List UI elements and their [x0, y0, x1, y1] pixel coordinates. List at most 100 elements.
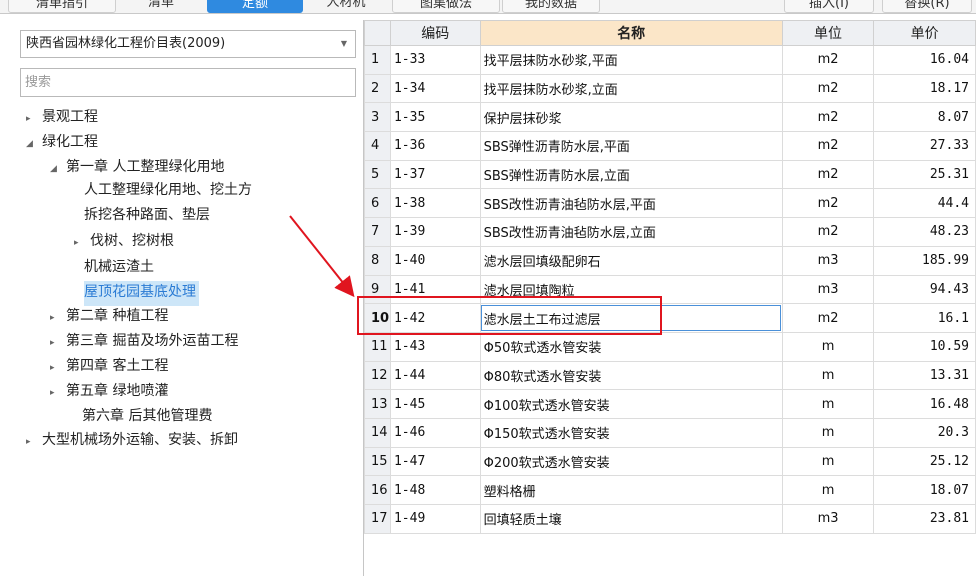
collapse-icon[interactable]: ◢: [50, 158, 66, 181]
expand-icon[interactable]: ▸: [50, 357, 66, 380]
tree-item[interactable]: ▸ 大型机械场外运输、安装、拆卸: [26, 429, 238, 454]
column-header-price[interactable]: 单价: [873, 20, 976, 46]
unit-cell[interactable]: m2: [781, 217, 875, 247]
quota-name-cell[interactable]: 滤水层回填陶粒: [479, 274, 783, 305]
unit-cell[interactable]: m2: [781, 102, 875, 133]
tree-item[interactable]: ▸ 第二章 种植工程: [50, 305, 168, 330]
unit-cell[interactable]: m: [781, 475, 875, 505]
table-row[interactable]: 3 1-35 保护层抹砂浆 m2 8.07: [364, 102, 976, 133]
quota-code-cell[interactable]: 1-42: [389, 303, 481, 333]
quota-code-cell[interactable]: 1-47: [389, 446, 481, 477]
expand-icon[interactable]: ▸: [50, 332, 66, 355]
unit-cell[interactable]: m3: [781, 274, 875, 305]
tab-quota[interactable]: 定额: [207, 0, 303, 13]
unit-price-cell[interactable]: 16.48: [873, 389, 976, 419]
unit-price-cell[interactable]: 16.1: [873, 303, 976, 333]
unit-price-cell[interactable]: 44.4: [873, 188, 976, 219]
quota-code-cell[interactable]: 1-48: [389, 475, 481, 505]
quota-name-cell[interactable]: 滤水层土工布过滤层: [479, 303, 783, 333]
unit-cell[interactable]: m2: [781, 45, 875, 75]
quota-code-cell[interactable]: 1-34: [389, 73, 481, 104]
tab-labor-material-machine[interactable]: 人材机: [306, 0, 386, 13]
unit-price-cell[interactable]: 25.31: [873, 159, 976, 190]
row-number[interactable]: 14: [364, 417, 391, 448]
quota-code-cell[interactable]: 1-39: [389, 217, 481, 247]
quota-name-cell[interactable]: SBS弹性沥青防水层,立面: [479, 159, 783, 190]
column-header-name[interactable]: 名称: [479, 20, 783, 46]
quota-name-cell[interactable]: 回填轻质土壤: [479, 504, 783, 534]
table-row[interactable]: 16 1-48 塑料格栅 m 18.07: [364, 475, 976, 505]
table-row[interactable]: 2 1-34 找平层抹防水砂浆,立面 m2 18.17: [364, 73, 976, 104]
quota-code-cell[interactable]: 1-36: [389, 131, 481, 161]
row-number[interactable]: 17: [364, 504, 391, 534]
library-select[interactable]: 陕西省园林绿化工程价目表(2009) ▼: [20, 30, 356, 58]
quota-name-cell[interactable]: SBS弹性沥青防水层,平面: [479, 131, 783, 161]
row-number[interactable]: 9: [364, 274, 391, 305]
unit-price-cell[interactable]: 25.12: [873, 446, 976, 477]
quota-code-cell[interactable]: 1-45: [389, 389, 481, 419]
unit-price-cell[interactable]: 10.59: [873, 331, 976, 362]
tree-item[interactable]: ◢ 绿化工程: [26, 131, 98, 156]
unit-cell[interactable]: m2: [781, 188, 875, 219]
table-row[interactable]: 5 1-37 SBS弹性沥青防水层,立面 m2 25.31: [364, 159, 976, 190]
table-row[interactable]: 8 1-40 滤水层回填级配卵石 m3 185.99: [364, 245, 976, 276]
tree-item-selected[interactable]: 屋顶花园基底处理: [84, 281, 199, 306]
table-row[interactable]: 17 1-49 回填轻质土壤 m3 23.81: [364, 504, 976, 534]
table-row[interactable]: 1 1-33 找平层抹防水砂浆,平面 m2 16.04: [364, 45, 976, 75]
quota-name-cell[interactable]: 找平层抹防水砂浆,立面: [479, 73, 783, 104]
unit-price-cell[interactable]: 185.99: [873, 245, 976, 276]
quota-code-cell[interactable]: 1-38: [389, 188, 481, 219]
row-number[interactable]: 8: [364, 245, 391, 276]
quota-name-cell[interactable]: Φ80软式透水管安装: [479, 360, 783, 391]
unit-cell[interactable]: m: [781, 446, 875, 477]
unit-price-cell[interactable]: 18.17: [873, 73, 976, 104]
unit-cell[interactable]: m: [781, 417, 875, 448]
quota-name-cell[interactable]: 塑料格栅: [479, 475, 783, 505]
tree-item[interactable]: ▸ 伐树、挖树根: [74, 230, 174, 255]
insert-button[interactable]: 插入(I): [784, 0, 874, 13]
tree-item[interactable]: ▸ 景观工程: [26, 106, 98, 131]
row-number[interactable]: 7: [364, 217, 391, 247]
quota-code-cell[interactable]: 1-41: [389, 274, 481, 305]
expand-icon[interactable]: ▸: [50, 382, 66, 405]
replace-button[interactable]: 替换(R): [882, 0, 972, 13]
unit-cell[interactable]: m2: [781, 131, 875, 161]
expand-icon[interactable]: ▸: [74, 232, 90, 255]
collapse-icon[interactable]: ◢: [26, 133, 42, 156]
table-row[interactable]: 11 1-43 Φ50软式透水管安装 m 10.59: [364, 331, 976, 362]
table-row[interactable]: 13 1-45 Φ100软式透水管安装 m 16.48: [364, 389, 976, 419]
unit-cell[interactable]: m: [781, 331, 875, 362]
expand-icon[interactable]: ▸: [50, 307, 66, 330]
quota-name-cell[interactable]: SBS改性沥青油毡防水层,平面: [479, 188, 783, 219]
tree-item[interactable]: 拆挖各种路面、垫层: [84, 204, 210, 229]
column-header-unit[interactable]: 单位: [781, 20, 875, 46]
tree-item[interactable]: ▸ 第三章 掘苗及场外运苗工程: [50, 330, 238, 355]
row-number[interactable]: 2: [364, 73, 391, 104]
quota-code-cell[interactable]: 1-46: [389, 417, 481, 448]
table-row[interactable]: 4 1-36 SBS弹性沥青防水层,平面 m2 27.33: [364, 131, 976, 161]
tab-bill-guide[interactable]: 清单指引: [8, 0, 116, 13]
expand-icon[interactable]: ▸: [26, 431, 42, 454]
row-number[interactable]: 3: [364, 102, 391, 133]
unit-price-cell[interactable]: 94.43: [873, 274, 976, 305]
unit-price-cell[interactable]: 16.04: [873, 45, 976, 75]
search-input[interactable]: [20, 68, 356, 97]
quota-name-cell[interactable]: Φ150软式透水管安装: [479, 417, 783, 448]
unit-cell[interactable]: m3: [781, 245, 875, 276]
row-number[interactable]: 6: [364, 188, 391, 219]
unit-cell[interactable]: m2: [781, 303, 875, 333]
unit-cell[interactable]: m: [781, 360, 875, 391]
unit-cell[interactable]: m3: [781, 504, 875, 534]
table-row[interactable]: 7 1-39 SBS改性沥青油毡防水层,立面 m2 48.23: [364, 217, 976, 247]
unit-price-cell[interactable]: 27.33: [873, 131, 976, 161]
column-header-code[interactable]: 编码: [389, 20, 481, 46]
tab-bill[interactable]: 清单: [118, 0, 204, 13]
unit-cell[interactable]: m: [781, 389, 875, 419]
quota-code-cell[interactable]: 1-49: [389, 504, 481, 534]
quota-name-cell[interactable]: 找平层抹防水砂浆,平面: [479, 45, 783, 75]
row-number[interactable]: 1: [364, 45, 391, 75]
quota-name-cell[interactable]: Φ50软式透水管安装: [479, 331, 783, 362]
quota-code-cell[interactable]: 1-43: [389, 331, 481, 362]
table-row[interactable]: 14 1-46 Φ150软式透水管安装 m 20.3: [364, 417, 976, 448]
unit-price-cell[interactable]: 18.07: [873, 475, 976, 505]
